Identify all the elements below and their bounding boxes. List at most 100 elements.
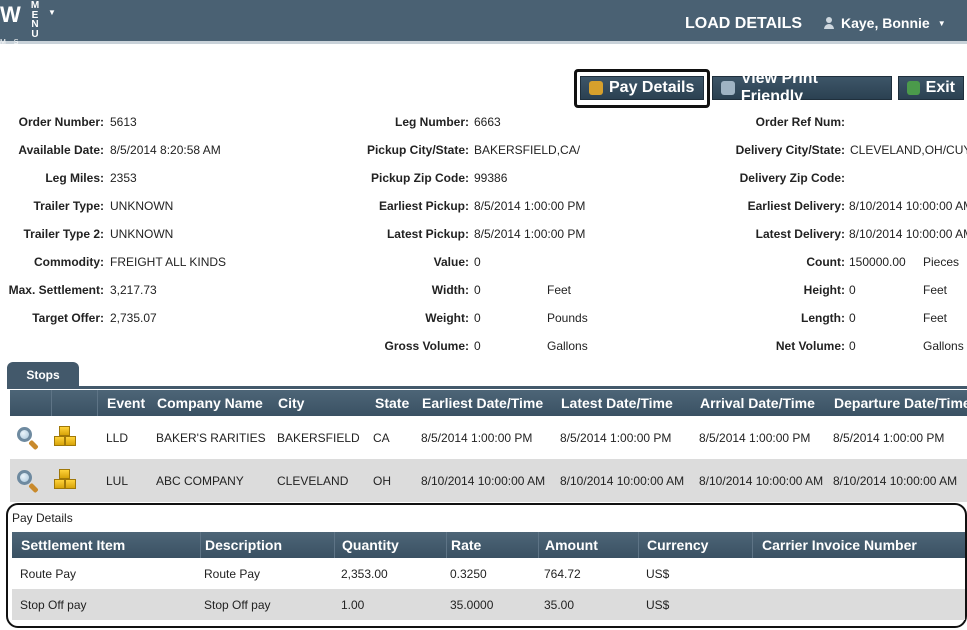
column-header-state[interactable]: State [375,395,409,411]
pay-details-button[interactable]: Pay Details [580,76,704,100]
stops-grid-header: Event Company Name City State Earliest D… [10,390,967,416]
available-date-value: 8/5/2014 8:20:58 AM [110,143,221,157]
exit-button[interactable]: Exit [898,76,964,100]
table-row[interactable]: Stop Off pay Stop Off pay 1.00 35.0000 3… [12,589,965,620]
width-unit: Feet [547,283,572,297]
chevron-down-icon[interactable]: ▼ [48,8,56,17]
weight-unit: Pounds [547,311,588,325]
height-value: 0 [849,283,856,297]
leg-miles-value: 2353 [110,171,137,185]
column-header-amount[interactable]: Amount [545,537,598,553]
column-header-earliest-date-time[interactable]: Earliest Date/Time [422,395,543,411]
stop-event: LUL [106,474,129,488]
latest-pickup-value: 8/5/2014 1:00:00 PM [474,227,586,241]
length-unit: Feet [923,311,948,325]
stops-grid: Event Company Name City State Earliest D… [10,390,967,502]
count-value: 150000.00 [849,255,906,269]
stop-arrival-date-time: 8/10/2014 10:00:00 AM [699,474,824,488]
earliest-delivery-value: 8/10/2014 10:00:00 AM [849,199,967,213]
stop-state: OH [373,474,391,488]
user-menu[interactable]: Kaye, Bonnie ▼ [823,15,946,31]
exit-door-icon [907,81,920,95]
pay-grid-header: Settlement Item Description Quantity Rat… [12,532,965,558]
pickup-city-state-value: BAKERSFIELD,CA/ [474,143,581,157]
boxes-icon[interactable] [54,469,78,491]
column-header-departure-date-time[interactable]: Departure Date/Time [834,395,967,411]
net-volume-value: 0 [849,339,856,353]
height-unit: Feet [923,283,948,297]
target-offer-value: 2,735.07 [110,311,157,325]
delivery-city-state-label: Delivery City/State: [735,143,845,157]
column-header-quantity[interactable]: Quantity [342,537,399,553]
pay-currency: US$ [646,567,670,581]
table-row[interactable]: LUL ABC COMPANY CLEVELAND OH 8/10/2014 1… [10,459,967,502]
tab-stops[interactable]: Stops [7,362,79,387]
available-date-label: Available Date: [18,143,104,157]
stop-company-name: ABC COMPANY [156,474,244,488]
count-unit: Pieces [923,255,960,269]
page-title: LOAD DETAILS [685,15,803,32]
earliest-delivery-label: Earliest Delivery: [747,199,845,213]
trailer-type-label: Trailer Type: [33,199,104,213]
net-volume-label: Net Volume: [775,339,845,353]
tab-underline [7,386,967,389]
order-number-label: Order Number: [18,115,104,129]
column-header-currency[interactable]: Currency [647,537,708,553]
latest-delivery-value: 8/10/2014 10:00:00 AM [849,227,967,241]
column-header-latest-date-time[interactable]: Latest Date/Time [561,395,673,411]
pay-quantity: 2,353.00 [341,567,388,581]
magnifier-icon[interactable] [17,427,39,451]
main-menu-button[interactable]: MENU [29,1,41,40]
stop-company-name: BAKER'S RARITIES [156,431,266,445]
stop-latest-date-time: 8/5/2014 1:00:00 PM [560,431,672,445]
delivery-city-state-value: CLEVELAND,OH/CUY [850,143,967,157]
earliest-pickup-label: Earliest Pickup: [378,199,469,213]
magnifier-icon[interactable] [17,470,39,494]
target-offer-label: Target Offer: [32,311,104,325]
column-header-event[interactable]: Event [107,395,145,411]
table-row[interactable]: Route Pay Route Pay 2,353.00 0.3250 764.… [12,558,965,589]
stop-city: CLEVELAND [277,474,349,488]
column-header-description[interactable]: Description [205,537,282,553]
trailer-type-value: UNKNOWN [110,199,174,213]
column-header-carrier-invoice-number[interactable]: Carrier Invoice Number [762,537,917,553]
weight-value: 0 [474,311,481,325]
delivery-zip-label: Delivery Zip Code: [739,171,845,185]
top-navigation-bar: WM S MENU ▼ LOAD DETAILS Kaye, Bonnie ▼ [0,0,967,46]
order-number-value: 5613 [110,115,137,129]
stop-event: LLD [106,431,129,445]
trailer-type-2-value: UNKNOWN [110,227,174,241]
leg-number-value: 6663 [474,115,501,129]
stop-arrival-date-time: 8/5/2014 1:00:00 PM [699,431,811,445]
max-settlement-label: Max. Settlement: [8,283,104,297]
order-ref-num-label: Order Ref Num: [755,115,845,129]
value-label: Value: [433,255,469,269]
user-name: Kaye, Bonnie [841,15,930,31]
pickup-zip-value: 99386 [474,171,508,185]
pay-rate: 35.0000 [450,598,494,612]
chevron-down-icon: ▼ [937,18,946,28]
length-value: 0 [849,311,856,325]
pay-description: Route Pay [204,567,261,581]
view-print-friendly-button[interactable]: View Print Friendly [712,70,892,105]
leg-number-label: Leg Number: [394,115,469,129]
table-row[interactable]: LLD BAKER'S RARITIES BAKERSFIELD CA 8/5/… [10,416,967,459]
max-settlement-value: 3,217.73 [110,283,157,297]
stop-departure-date-time: 8/10/2014 10:00:00 AM [833,474,958,488]
trailer-type-2-label: Trailer Type 2: [23,227,104,241]
pay-amount: 35.00 [544,598,575,612]
net-volume-unit: Gallons [923,339,964,353]
column-header-arrival-date-time[interactable]: Arrival Date/Time [700,395,815,411]
pay-details-grid: Settlement Item Description Quantity Rat… [12,532,965,620]
boxes-icon[interactable] [54,426,78,448]
column-header-settlement-item[interactable]: Settlement Item [21,537,125,553]
stop-latest-date-time: 8/10/2014 10:00:00 AM [560,474,685,488]
user-icon [823,17,835,29]
value-value: 0 [474,255,481,269]
column-header-rate[interactable]: Rate [451,537,481,553]
column-header-city[interactable]: City [278,395,304,411]
stop-state: CA [373,431,390,445]
column-header-company-name[interactable]: Company Name [157,395,263,411]
stop-city: BAKERSFIELD [277,431,360,445]
app-logo[interactable]: WM S [0,0,24,46]
